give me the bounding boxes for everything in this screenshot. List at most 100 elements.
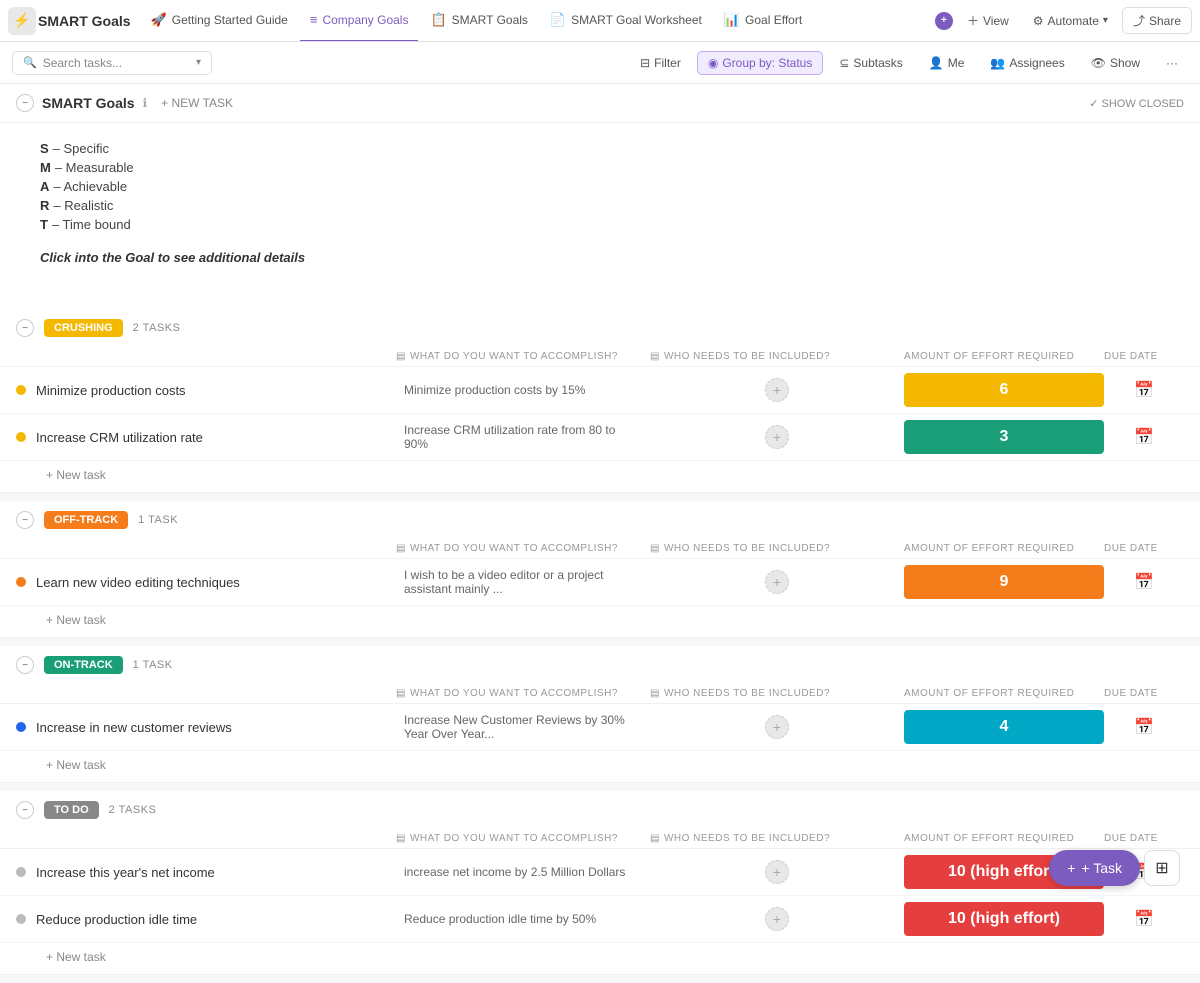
due-date-cell[interactable]: 📅 (1104, 909, 1184, 929)
due-date-cell[interactable]: 📅 (1104, 427, 1184, 447)
more-button[interactable]: ··· (1156, 52, 1188, 74)
grid-view-button[interactable]: ⊞ (1144, 850, 1180, 886)
show-button[interactable]: 👁 Show (1081, 52, 1150, 74)
task-accomplish: Minimize production costs by 15% (396, 383, 650, 397)
worksheet-icon: 📄 (550, 12, 566, 28)
smart-s-line: S – Specific (40, 139, 1160, 158)
grid-icon: ⊞ (1155, 858, 1168, 878)
user-circle-icon[interactable]: + (935, 12, 953, 30)
click-note: Click into the Goal to see additional de… (40, 234, 1160, 289)
section-title: SMART Goals (42, 95, 135, 111)
info-icon[interactable]: ℹ (143, 96, 148, 110)
avatar-add[interactable] (765, 860, 789, 884)
group-section-off-track: − OFF-TRACK 1 TASK ▤ WHAT DO YOU WANT TO… (0, 501, 1200, 638)
avatar-add[interactable] (765, 715, 789, 739)
group-section-todo: − TO DO 2 TASKS ▤ WHAT DO YOU WANT TO AC… (0, 791, 1200, 975)
effort-bar: 4 (904, 710, 1104, 744)
due-date-cell[interactable]: 📅 (1104, 717, 1184, 737)
due-date-cell[interactable]: 📅 (1104, 572, 1184, 592)
group-by-button[interactable]: ◉ Group by: Status (697, 51, 824, 75)
task-name: Increase CRM utilization rate (36, 430, 203, 445)
new-task-link[interactable]: + New task (46, 758, 106, 772)
group-collapse-todo[interactable]: − (16, 801, 34, 819)
avatar-add[interactable] (765, 378, 789, 402)
due-date-cell[interactable]: 📅 (1104, 380, 1184, 400)
tab-getting-started[interactable]: 🚀 Getting Started Guide (141, 0, 298, 42)
group-collapse-on-track[interactable]: − (16, 656, 34, 674)
included-icon: ▤ (650, 351, 660, 362)
view-button[interactable]: ＋ View (957, 8, 1019, 33)
new-task-header-button[interactable]: + NEW TASK (155, 94, 239, 112)
smart-r-line: R – Realistic (40, 196, 1160, 215)
assignees-button[interactable]: 👥 Assignees (980, 52, 1074, 74)
me-button[interactable]: 👤 Me (919, 52, 975, 74)
task-name-cell: Reduce production idle time (16, 912, 396, 927)
task-status-dot (16, 867, 26, 877)
task-who-cell (650, 907, 904, 931)
group-header-todo[interactable]: − TO DO 2 TASKS (0, 791, 1200, 829)
new-task-link[interactable]: + New task (46, 950, 106, 964)
table-row[interactable]: Increase in new customer reviews Increas… (0, 704, 1200, 751)
col-due-date: DUE DATE (1104, 543, 1184, 554)
task-status-dot (16, 914, 26, 924)
group-section-on-track: − ON-TRACK 1 TASK ▤ WHAT DO YOU WANT TO … (0, 646, 1200, 783)
table-row[interactable]: Increase this year's net income increase… (0, 849, 1200, 896)
section-divider (0, 638, 1200, 646)
task-who-cell (650, 860, 904, 884)
table-row[interactable]: Minimize production costs Minimize produ… (0, 367, 1200, 414)
smart-t-line: T – Time bound (40, 215, 1160, 234)
col-included: ▤ WHO NEEDS TO BE INCLUDED? (650, 833, 904, 844)
tab-goal-effort[interactable]: 📊 Goal Effort (714, 0, 812, 42)
section-divider (0, 783, 1200, 791)
col-included: ▤ WHO NEEDS TO BE INCLUDED? (650, 351, 904, 362)
group-collapse-off-track[interactable]: − (16, 511, 34, 529)
col-effort: AMOUNT OF EFFORT REQUIRED (904, 351, 1104, 362)
table-row[interactable]: Increase CRM utilization rate Increase C… (0, 414, 1200, 461)
avatar-add[interactable] (765, 570, 789, 594)
col-headers-off-track: ▤ WHAT DO YOU WANT TO ACCOMPLISH? ▤ WHO … (0, 539, 1200, 559)
add-task-fab[interactable]: + + Task (1049, 850, 1140, 886)
search-box[interactable]: 🔍 Search tasks... ▾ (12, 51, 212, 75)
tab-smart-goal-worksheet[interactable]: 📄 SMART Goal Worksheet (540, 0, 712, 42)
table-row[interactable]: Reduce production idle time Reduce produ… (0, 896, 1200, 943)
smart-r-label: – Realistic (53, 198, 113, 213)
calendar-icon: 📅 (1134, 380, 1154, 400)
task-name-cell: Increase CRM utilization rate (16, 430, 396, 445)
effort-bar: 10 (high effort) (904, 902, 1104, 936)
accomplish-icon: ▤ (396, 351, 406, 362)
effort-cell: 4 (904, 710, 1104, 744)
group-collapse-crushing[interactable]: − (16, 319, 34, 337)
task-accomplish: Increase CRM utilization rate from 80 to… (396, 423, 650, 451)
toolbar: 🔍 Search tasks... ▾ ⊟ Filter ◉ Group by:… (0, 42, 1200, 84)
avatar-add[interactable] (765, 425, 789, 449)
table-row[interactable]: Learn new video editing techniques I wis… (0, 559, 1200, 606)
task-name-cell: Learn new video editing techniques (16, 575, 396, 590)
filter-button[interactable]: ⊟ Filter (630, 52, 691, 74)
accomplish-icon: ▤ (396, 688, 406, 699)
group-task-count-crushing: 2 TASKS (133, 322, 181, 334)
task-accomplish: Reduce production idle time by 50% (396, 912, 650, 926)
share-button[interactable]: ⤴ Share (1122, 7, 1192, 34)
group-header-on-track[interactable]: − ON-TRACK 1 TASK (0, 646, 1200, 684)
task-who-cell (650, 425, 904, 449)
section-collapse-button[interactable]: − (16, 94, 34, 112)
col-effort: AMOUNT OF EFFORT REQUIRED (904, 543, 1104, 554)
group-task-count-todo: 2 TASKS (109, 804, 157, 816)
automate-button[interactable]: ⚙ Automate ▾ (1023, 10, 1118, 32)
smart-info-block: S – Specific M – Measurable A – Achievab… (0, 123, 1200, 309)
new-task-link[interactable]: + New task (46, 468, 106, 482)
new-task-link[interactable]: + New task (46, 613, 106, 627)
group-header-crushing[interactable]: − CRUSHING 2 TASKS (0, 309, 1200, 347)
group-badge-todo: TO DO (44, 801, 99, 819)
col-headers-on-track: ▤ WHAT DO YOU WANT TO ACCOMPLISH? ▤ WHO … (0, 684, 1200, 704)
show-closed-button[interactable]: ✓ SHOW CLOSED (1089, 97, 1184, 110)
subtasks-button[interactable]: ⊆ Subtasks (829, 52, 912, 74)
tab-smart-goals[interactable]: 📋 SMART Goals (420, 0, 537, 42)
tab-company-goals[interactable]: ≡ Company Goals (300, 0, 419, 42)
calendar-icon: 📅 (1134, 909, 1154, 929)
section-divider (0, 493, 1200, 501)
group-header-off-track[interactable]: − OFF-TRACK 1 TASK (0, 501, 1200, 539)
avatar-add[interactable] (765, 907, 789, 931)
smart-a-label: – Achievable (53, 179, 127, 194)
calendar-icon: 📅 (1134, 717, 1154, 737)
